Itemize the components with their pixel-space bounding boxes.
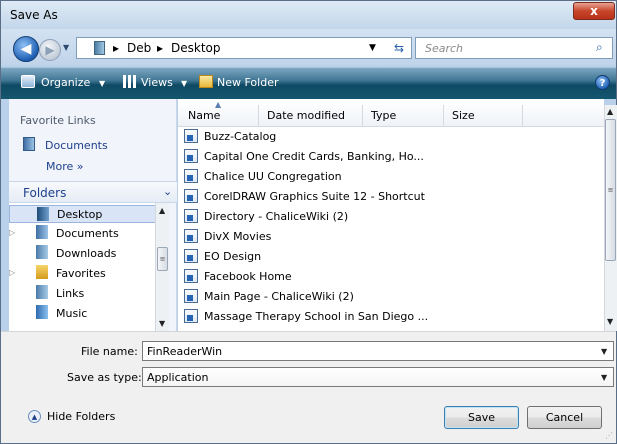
shortcut-icon [184,269,198,283]
new-folder-icon [199,75,213,88]
save-as-type-select[interactable] [142,367,614,387]
breadcrumb-separator-icon: ▸ [113,41,120,55]
column-name[interactable]: Name [180,105,259,127]
address-dropdown-icon[interactable]: ▼ [369,43,376,53]
chevron-down-icon[interactable]: ⌄ [163,185,172,198]
music-folder-icon [36,305,48,319]
command-bar [1,67,616,99]
file-list-scroll-thumb[interactable]: ≡ [605,119,616,261]
tree-item-label: Music [56,307,88,320]
close-button[interactable]: x [573,2,615,20]
scroll-up-icon[interactable]: ▲ [607,107,613,116]
hide-folders-button[interactable]: Hide Folders [47,410,115,423]
search-placeholder: Search [425,42,464,55]
folder-tree: Desktop ▷ Documents Downloads ▷ Favorite… [9,203,163,331]
organize-dropdown-icon[interactable]: ▼ [99,79,105,88]
file-item[interactable]: Massage Therapy School in San Diego ... [204,310,428,323]
views-dropdown-icon[interactable]: ▼ [181,79,187,88]
save-as-dialog: Save As x ◀ ▶ ▼ ▸ Deb ▸ Desktop ▼ ⇆ Sear… [0,0,617,444]
views-button[interactable]: Views [141,76,173,89]
file-item[interactable]: Buzz-Catalog [204,130,276,143]
window-title: Save As [10,8,58,22]
shortcut-icon [184,129,198,143]
tree-item-documents[interactable]: ▷ Documents [9,224,163,242]
file-item[interactable]: Directory - ChaliceWiki (2) [204,210,348,223]
file-item[interactable]: Facebook Home [204,270,292,283]
shortcut-icon [184,149,198,163]
column-date-modified[interactable]: Date modified [259,105,363,127]
breadcrumb-desktop[interactable]: Desktop [171,41,221,55]
file-name-dropdown-icon[interactable]: ▼ [601,347,607,356]
file-name-label: File name: [81,345,138,358]
scroll-up-icon[interactable]: ▲ [159,206,165,215]
folder-icon [94,41,105,55]
save-button[interactable]: Save [444,406,519,429]
tree-item-downloads[interactable]: Downloads [9,244,163,262]
forward-button[interactable]: ▶ [39,39,61,61]
more-links[interactable]: More » [46,160,84,173]
tree-item-label: Documents [56,227,119,240]
breadcrumb-deb[interactable]: Deb [127,41,151,55]
breadcrumb-separator-icon: ▸ [157,41,164,55]
column-type[interactable]: Type [363,105,444,127]
folders-title: Folders [23,186,67,200]
new-folder-button[interactable]: New Folder [217,76,278,89]
tree-item-label: Desktop [57,208,103,221]
shortcut-icon [184,309,198,323]
history-dropdown-icon[interactable]: ▼ [63,43,73,55]
tree-item-favorites[interactable]: ▷ Favorites [9,264,163,282]
file-name-value: FinReaderWin [147,345,223,358]
tree-item-links[interactable]: Links [9,284,163,302]
shortcut-icon [184,249,198,263]
organize-button[interactable]: Organize [41,76,90,89]
favorite-link-documents[interactable]: Documents [45,139,108,152]
favorite-links-header: Favorite Links [20,114,96,127]
scroll-down-icon[interactable]: ▼ [607,317,613,326]
documents-folder-icon [36,225,48,239]
cancel-button[interactable]: Cancel [527,406,602,429]
views-icon [123,75,137,88]
scroll-down-icon[interactable]: ▼ [159,319,165,328]
refresh-icon[interactable]: ⇆ [387,38,411,58]
save-as-type-label: Save as type: [67,371,142,384]
save-as-type-dropdown-icon[interactable]: ▼ [601,373,607,382]
title-bar [1,1,616,29]
shortcut-icon [184,169,198,183]
file-item[interactable]: Capital One Credit Cards, Banking, Ho... [204,150,424,163]
shortcut-icon [184,289,198,303]
document-icon [23,137,35,151]
tree-item-label: Favorites [56,267,106,280]
tree-item-label: Links [56,287,85,300]
tree-item-music[interactable]: Music [9,304,163,322]
save-as-type-value: Application [147,371,209,384]
shortcut-icon [184,209,198,223]
organize-icon [21,75,35,88]
column-size[interactable]: Size [444,105,523,127]
shortcut-icon [184,229,198,243]
tree-item-desktop[interactable]: Desktop [9,205,163,223]
tree-item-label: Downloads [56,247,117,260]
expand-icon[interactable]: ▷ [9,268,15,277]
help-icon[interactable]: ? [595,75,610,90]
resize-grip-icon[interactable]: ⋰ [605,431,613,440]
links-folder-icon [36,285,48,299]
downloads-folder-icon [36,245,48,259]
favorites-folder-icon [36,265,48,279]
search-icon[interactable]: ⌕ [596,40,603,55]
back-button[interactable]: ◀ [13,36,39,62]
desktop-icon [37,207,49,221]
file-item[interactable]: Chalice UU Congregation [204,170,342,183]
file-item[interactable]: EO Design [204,250,261,263]
folder-tree-scroll-thumb[interactable]: ≡ [157,247,168,271]
file-item[interactable]: DivX Movies [204,230,271,243]
collapse-up-icon[interactable]: ▲ [28,410,41,423]
file-item[interactable]: Main Page - ChaliceWiki (2) [204,290,354,303]
expand-icon[interactable]: ▷ [9,228,15,237]
file-item[interactable]: CorelDRAW Graphics Suite 12 - Shortcut [204,190,425,203]
shortcut-icon [184,189,198,203]
